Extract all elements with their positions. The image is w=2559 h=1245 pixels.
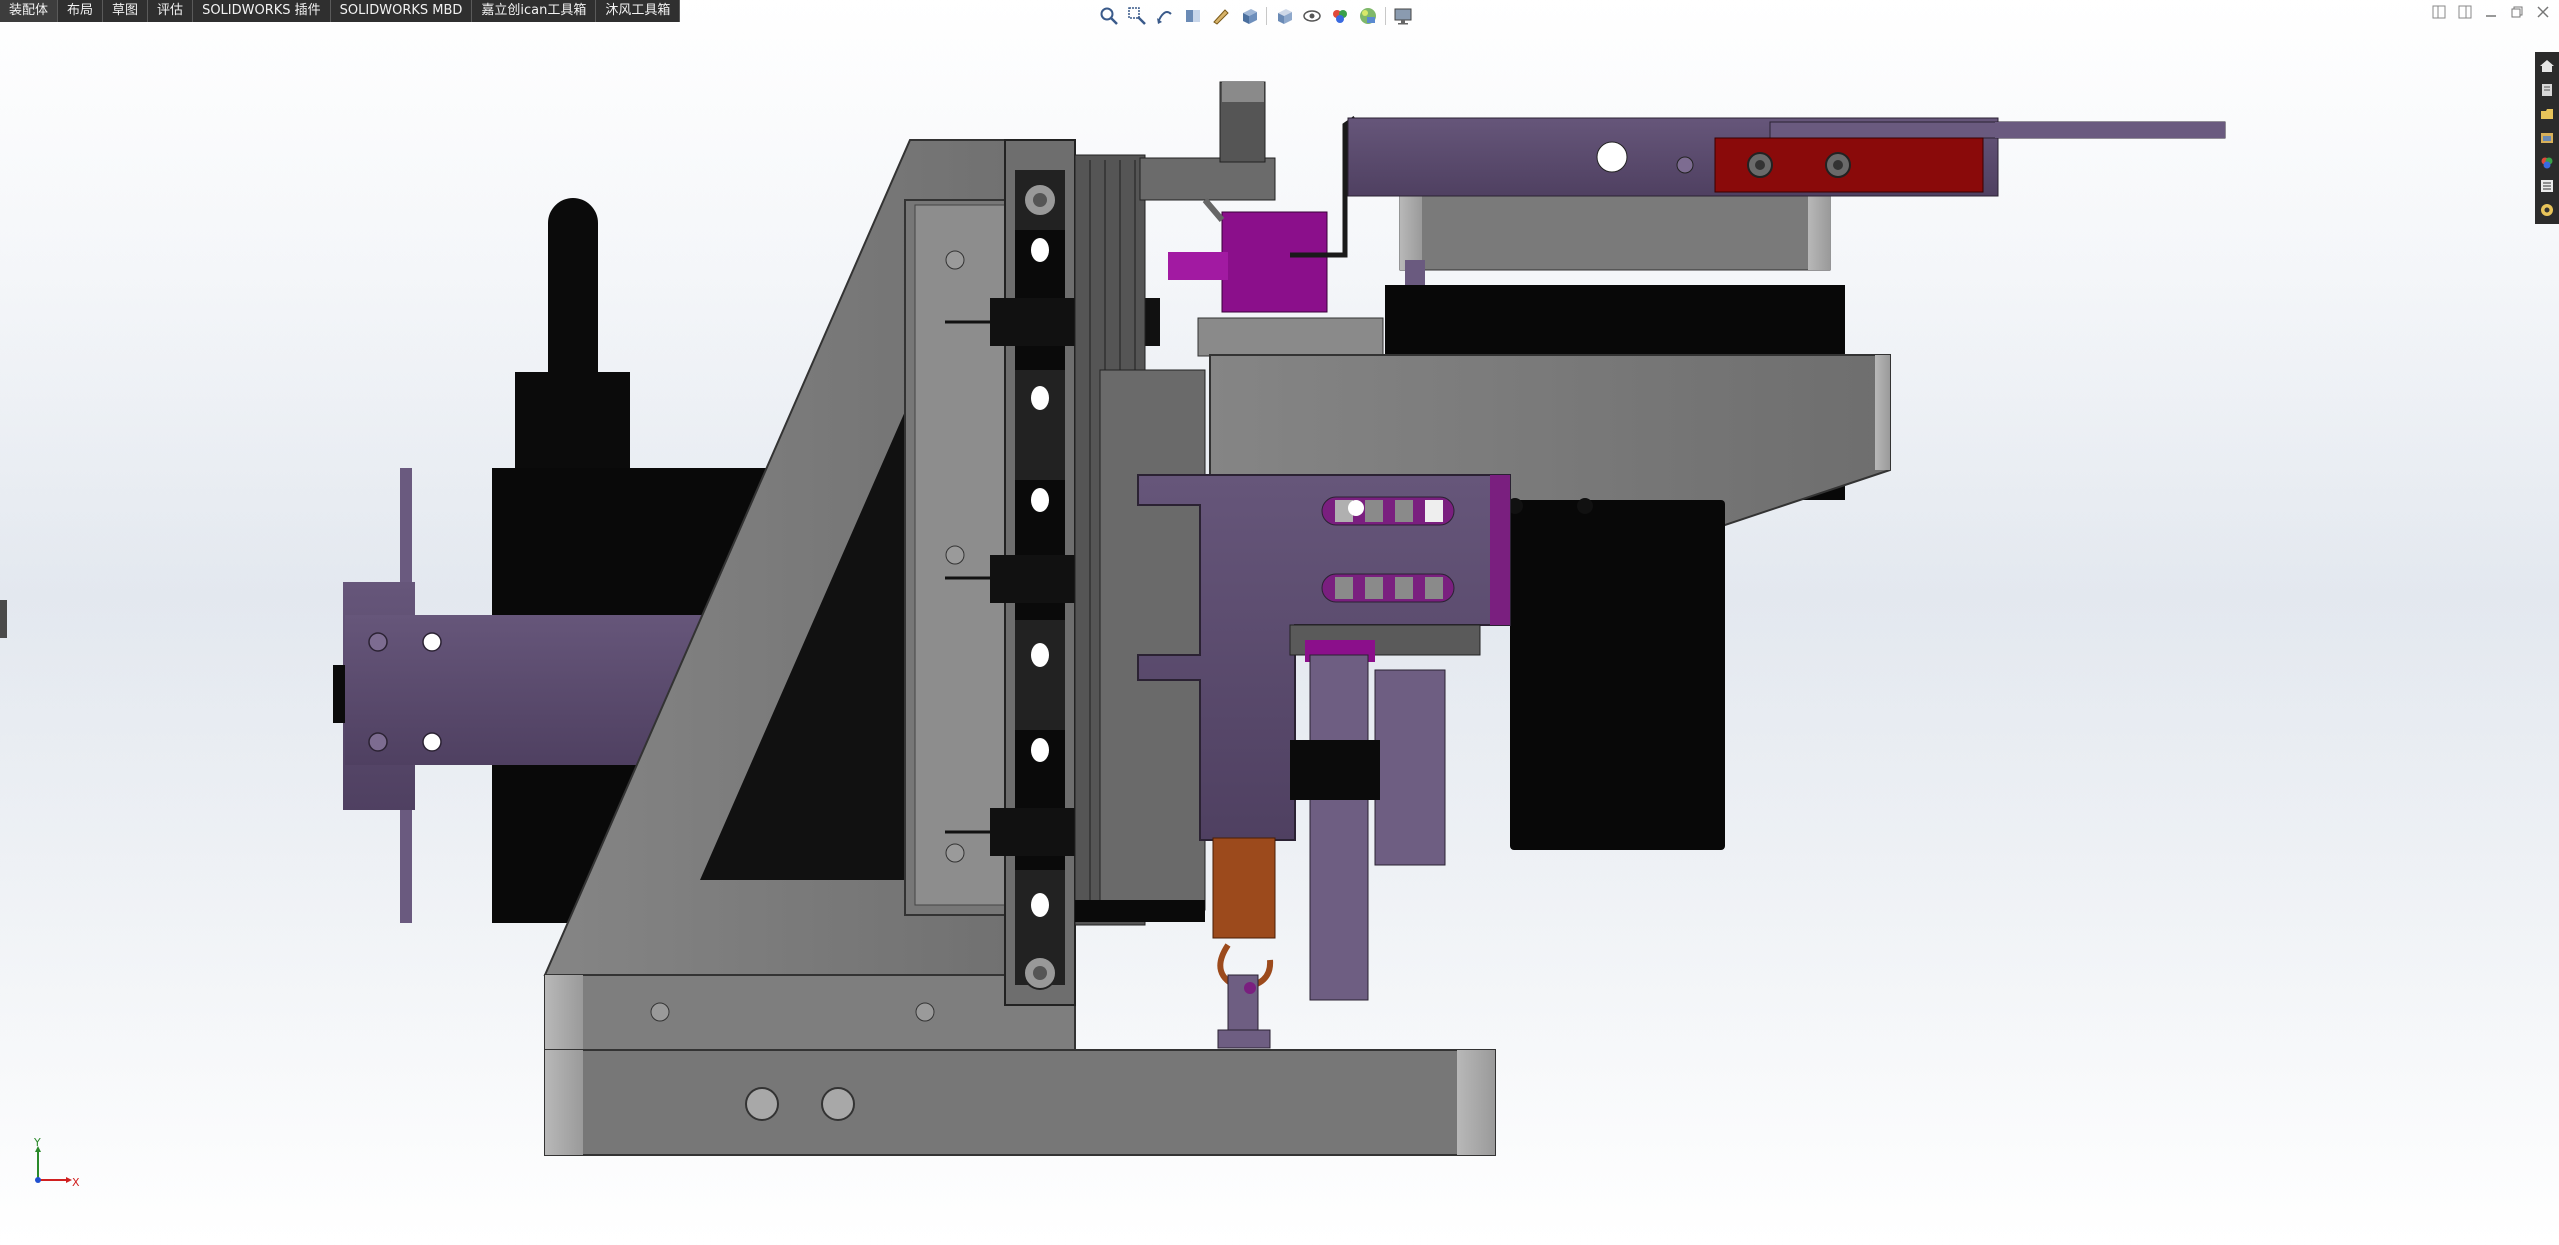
view-orientation-icon[interactable] — [1238, 5, 1260, 27]
task-pane — [2535, 52, 2559, 224]
tab-assembly[interactable]: 装配体 — [0, 0, 59, 22]
handle-block — [515, 372, 630, 472]
tab-sketch[interactable]: 草图 — [103, 0, 149, 22]
resources-icon[interactable] — [2535, 79, 2559, 101]
zoom-to-fit-icon[interactable] — [1098, 5, 1120, 27]
tile-right-icon[interactable] — [2457, 4, 2473, 20]
tab-solidworks-addins[interactable]: SOLIDWORKS 插件 — [193, 0, 331, 22]
triad-x-label: X — [72, 1176, 80, 1188]
feature-manager-expand-handle[interactable] — [0, 600, 7, 638]
appearances-icon[interactable] — [2535, 175, 2559, 197]
view-palette-icon[interactable] — [2535, 151, 2559, 173]
hide-show-items-icon[interactable] — [1301, 5, 1323, 27]
spacer-block — [1197, 317, 1384, 357]
minimize-icon[interactable] — [2483, 4, 2499, 20]
apply-scene-icon[interactable] — [1357, 5, 1379, 27]
command-manager-tabs: 装配体 布局 草图 评估 SOLIDWORKS 插件 SOLIDWORKS MB… — [0, 0, 681, 22]
lower-black-block — [1510, 500, 1725, 850]
restore-icon[interactable] — [2509, 4, 2525, 20]
tile-left-icon[interactable] — [2431, 4, 2447, 20]
lower-purple-arm — [1309, 654, 1369, 1001]
file-explorer-icon[interactable] — [2535, 127, 2559, 149]
edit-appearance-icon[interactable] — [1329, 5, 1351, 27]
tab-mufeng-toolbox[interactable]: 沐风工具箱 — [596, 0, 681, 22]
copper-spring — [1212, 837, 1276, 939]
magenta-valve — [1221, 211, 1328, 313]
design-library-icon[interactable] — [2535, 103, 2559, 125]
tab-jlc-toolbox[interactable]: 嘉立创ican工具箱 — [472, 0, 597, 22]
previous-view-icon[interactable] — [1154, 5, 1176, 27]
base-bottom-plate — [544, 1049, 1496, 1156]
section-view-icon[interactable] — [1182, 5, 1204, 27]
tab-solidworks-mbd[interactable]: SOLIDWORKS MBD — [331, 0, 473, 22]
graphics-area[interactable] — [0, 0, 2559, 1241]
triad-y-label: Y — [33, 1138, 41, 1149]
dynamic-annotation-icon[interactable] — [1210, 5, 1232, 27]
display-style-icon[interactable] — [1273, 5, 1295, 27]
view-settings-icon[interactable] — [1392, 5, 1414, 27]
zoom-to-area-icon[interactable] — [1126, 5, 1148, 27]
reference-triad[interactable]: Y X — [20, 1138, 80, 1188]
tab-layout[interactable]: 布局 — [58, 0, 104, 22]
top-tbar — [1139, 157, 1276, 201]
base-top-plate — [544, 974, 1076, 1051]
handle-rod — [548, 198, 598, 398]
custom-properties-icon[interactable] — [2535, 199, 2559, 221]
home-icon[interactable] — [2535, 55, 2559, 77]
assembly-model[interactable] — [0, 0, 2559, 1241]
heads-up-view-toolbar — [1098, 2, 1414, 30]
document-window-controls — [2431, 4, 2551, 20]
flange-tab — [333, 665, 345, 723]
tab-evaluate[interactable]: 评估 — [148, 0, 194, 22]
close-icon[interactable] — [2535, 4, 2551, 20]
